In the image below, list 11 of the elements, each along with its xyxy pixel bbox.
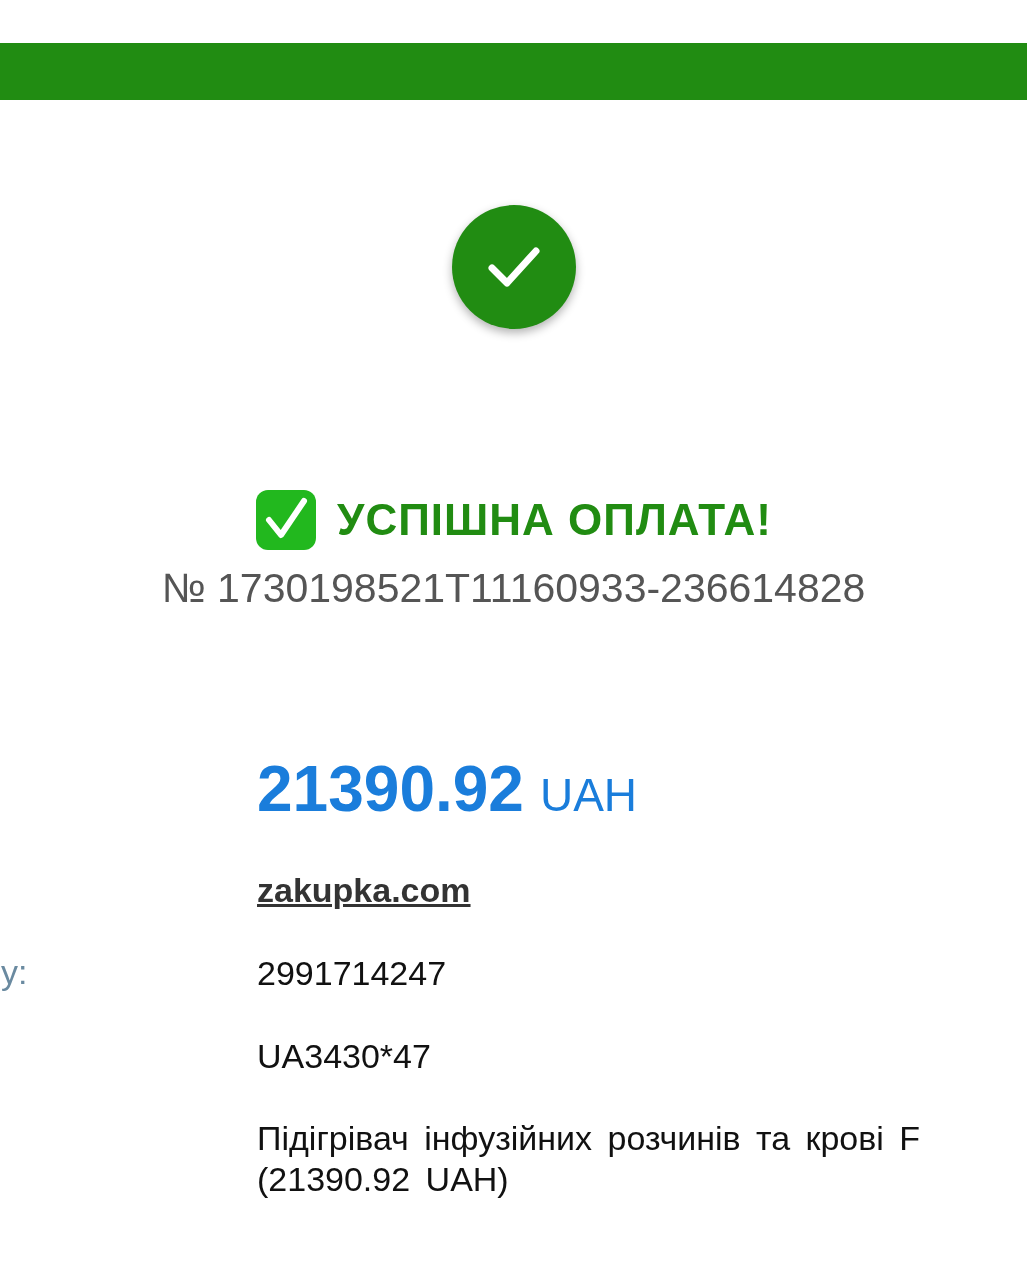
field-value: 2991714247 bbox=[257, 952, 448, 994]
field-label: у: bbox=[1, 952, 29, 992]
amount: 21390.92 bbox=[257, 752, 524, 826]
field-value: Підігрівач інфузійних розчинів та крові F (21390.92 UAH) bbox=[257, 1118, 922, 1200]
field-value: UA3430*47 bbox=[257, 1035, 432, 1077]
success-title: УСПІШНА ОПЛАТА! bbox=[337, 495, 772, 545]
success-icon bbox=[451, 205, 576, 329]
currency: UAH bbox=[539, 768, 638, 822]
merchant-link[interactable]: zakupka.com bbox=[257, 870, 471, 911]
check-mark-icon bbox=[255, 489, 318, 551]
payment-number: № 1730198521T11160933-236614828 bbox=[160, 565, 867, 612]
